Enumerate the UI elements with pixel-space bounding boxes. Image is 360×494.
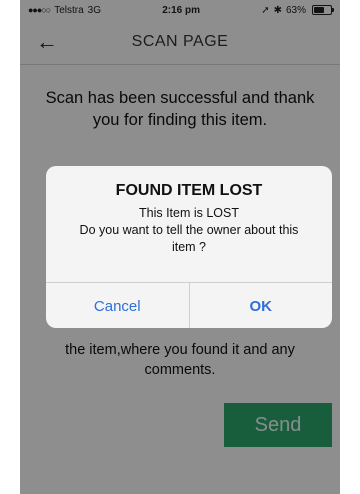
alert-line-2: Do you want to tell the owner about this…: [79, 223, 299, 254]
alert-title: FOUND ITEM LOST: [115, 182, 263, 199]
cancel-button[interactable]: Cancel: [46, 283, 189, 328]
alert-line-1: This Item is LOST: [138, 206, 240, 220]
alert-buttons: Cancel OK: [46, 282, 332, 328]
ok-button[interactable]: OK: [188, 283, 333, 328]
alert-body: FOUND ITEM LOST This Item is LOST Do you…: [46, 166, 332, 282]
found-item-alert: FOUND ITEM LOST This Item is LOST Do you…: [46, 166, 332, 328]
phone-screen: ●●●○○ Telstra 3G 2:16 pm ➚ ✱ 63% ← SCAN …: [20, 0, 340, 494]
